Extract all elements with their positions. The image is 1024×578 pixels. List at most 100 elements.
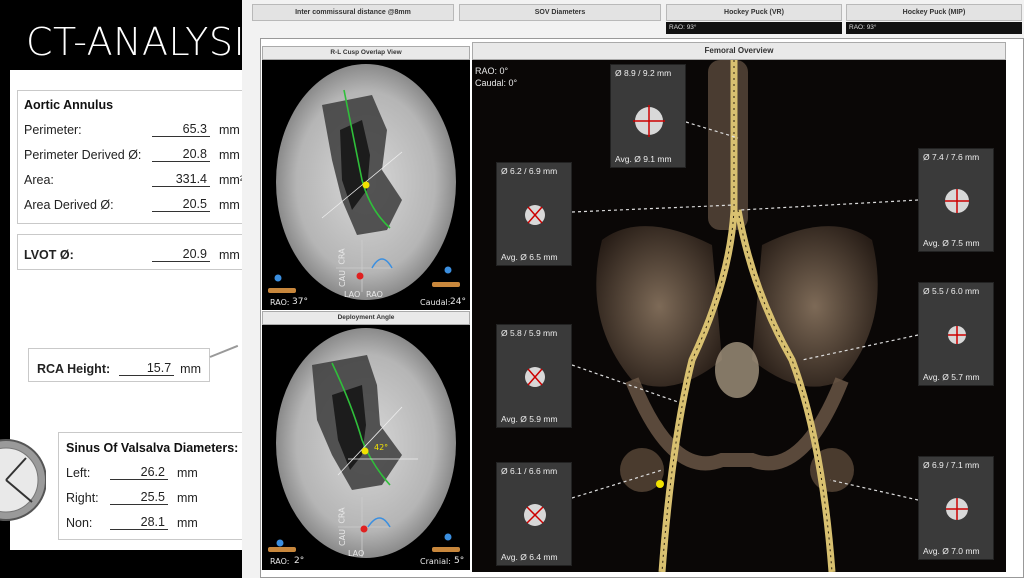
rca-height-box: RCA Height: 15.7 mm bbox=[28, 348, 210, 382]
sinus-right-value: 25.5 bbox=[110, 490, 168, 505]
sinus-left-row: Left: 26.2 mm bbox=[66, 455, 241, 480]
lvot-label: LVOT Ø: bbox=[24, 248, 74, 262]
inset-5-average: Avg. Ø 5.7 mm bbox=[923, 372, 980, 382]
inset-7-diameters: Ø 6.9 / 7.1 mm bbox=[923, 460, 980, 470]
vessel-crosssection-7 bbox=[946, 498, 968, 520]
femoral-overview-view[interactable]: RAO: 0° Caudal: 0° Ø 8.9 / 9.2 mm Avg. Ø… bbox=[472, 60, 1006, 572]
sinus-non-row: Non: 28.1 mm bbox=[66, 505, 241, 530]
tab-inter-commissural[interactable]: Inter commissural distance @8mm bbox=[252, 4, 454, 21]
perimeter-derived-label: Perimeter Derived Ø: bbox=[24, 148, 142, 162]
vessel-inset-6[interactable]: Ø 6.1 / 6.6 mm Avg. Ø 6.4 mm bbox=[496, 462, 572, 566]
cusp-rao-label: RAO: bbox=[270, 298, 290, 307]
inset-7-average: Avg. Ø 7.0 mm bbox=[923, 546, 980, 556]
femoral-rao-label: RAO: 0° bbox=[475, 66, 509, 76]
inset-3-diameters: Ø 7.4 / 7.6 mm bbox=[923, 152, 980, 162]
cusp-caudal-value: 24° bbox=[450, 297, 466, 307]
perimeter-row: Perimeter: 65.3 mm bbox=[24, 112, 251, 137]
tab-hockey-puck-vr[interactable]: Hockey Puck (VR) bbox=[666, 4, 842, 21]
perimeter-unit: mm bbox=[219, 123, 240, 137]
sinus-non-label: Non: bbox=[66, 516, 93, 530]
vessel-crosssection-3 bbox=[945, 189, 969, 213]
vessel-inset-1[interactable]: Ø 8.9 / 9.2 mm Avg. Ø 9.1 mm bbox=[610, 64, 686, 168]
inset-6-diameters: Ø 6.1 / 6.6 mm bbox=[501, 466, 558, 476]
sinus-right-row: Right: 25.5 mm bbox=[66, 480, 241, 505]
valve-diagram-icon bbox=[0, 439, 46, 521]
vessel-inset-2[interactable]: Ø 6.2 / 6.9 mm Avg. Ø 6.5 mm bbox=[496, 162, 572, 266]
vessel-inset-7[interactable]: Ø 6.9 / 7.1 mm Avg. Ø 7.0 mm bbox=[918, 456, 994, 560]
femoral-caudal-label: Caudal: 0° bbox=[475, 78, 518, 88]
deployment-angle-view[interactable]: 42° LAO CRA CAU RAO: 2° Cranial: 5° bbox=[262, 325, 470, 570]
tab-sov-diameters[interactable]: SOV Diameters bbox=[459, 4, 661, 21]
deployment-fluoro-image bbox=[268, 328, 460, 558]
deploy-cranial-label: Cranial: bbox=[420, 557, 451, 566]
sinus-title: Sinus Of Valsalva Diameters: bbox=[66, 441, 239, 455]
area-value: 331.4 bbox=[152, 172, 210, 187]
vessel-crosssection-5 bbox=[948, 326, 966, 344]
inset-6-average: Avg. Ø 6.4 mm bbox=[501, 552, 558, 562]
perimeter-derived-row: Perimeter Derived Ø: 20.8 mm bbox=[24, 137, 251, 162]
rca-row: RCA Height: 15.7 mm bbox=[37, 358, 201, 376]
deploy-rao-value: 2° bbox=[294, 556, 305, 566]
lvot-box: LVOT Ø: 20.9 mm bbox=[17, 234, 257, 270]
sinus-left-value: 26.2 bbox=[110, 465, 168, 480]
cusp-cra-label: CRA bbox=[337, 248, 347, 265]
deploy-rao-label: RAO: bbox=[270, 557, 290, 566]
lvot-unit: mm bbox=[219, 248, 240, 262]
rca-unit: mm bbox=[180, 362, 201, 376]
tab-hockey-puck-mip[interactable]: Hockey Puck (MIP) bbox=[846, 4, 1022, 21]
lvot-value: 20.9 bbox=[152, 247, 210, 262]
cusp-rao-value: 37° bbox=[292, 297, 308, 307]
deploy-cau-label: CAU bbox=[337, 529, 347, 546]
femoral-overview-header: Femoral Overview bbox=[472, 42, 1006, 60]
sinus-right-label: Right: bbox=[66, 491, 99, 505]
vessel-crosssection-2 bbox=[525, 205, 545, 225]
rca-value: 15.7 bbox=[118, 361, 175, 376]
area-derived-row: Area Derived Ø: 20.5 mm bbox=[24, 187, 251, 212]
cusp-fluoro-image bbox=[268, 64, 460, 300]
cusp-lao-label: LAO bbox=[344, 290, 361, 299]
inset-2-diameters: Ø 6.2 / 6.9 mm bbox=[501, 166, 558, 176]
aortic-annulus-box: Aortic Annulus Perimeter: 65.3 mm Perime… bbox=[17, 90, 257, 224]
hockey-puck-mip-angle: RAO: 93° bbox=[846, 22, 1022, 34]
perimeter-derived-value: 20.8 bbox=[152, 147, 210, 162]
hockey-puck-vr-angle: RAO: 93° bbox=[666, 22, 842, 34]
inset-2-average: Avg. Ø 6.5 mm bbox=[501, 252, 558, 262]
inset-1-average: Avg. Ø 9.1 mm bbox=[615, 154, 672, 164]
sinus-left-label: Left: bbox=[66, 466, 91, 480]
vessel-crosssection-6 bbox=[524, 504, 546, 526]
vessel-inset-3[interactable]: Ø 7.4 / 7.6 mm Avg. Ø 7.5 mm bbox=[918, 148, 994, 252]
sinus-left-unit: mm bbox=[177, 466, 198, 480]
vessel-inset-4[interactable]: Ø 5.8 / 5.9 mm Avg. Ø 5.9 mm bbox=[496, 324, 572, 428]
deploy-cra-label: CRA bbox=[337, 507, 347, 524]
inset-4-average: Avg. Ø 5.9 mm bbox=[501, 414, 558, 424]
area-label: Area: bbox=[24, 173, 54, 187]
area-derived-value: 20.5 bbox=[152, 197, 210, 212]
vessel-crosssection-1 bbox=[633, 105, 665, 137]
aortic-annulus-title: Aortic Annulus bbox=[24, 98, 114, 112]
vessel-inset-5[interactable]: Ø 5.5 / 6.0 mm Avg. Ø 5.7 mm bbox=[918, 282, 994, 386]
perimeter-value: 65.3 bbox=[152, 122, 210, 137]
cusp-rao-short-label: RAO bbox=[366, 290, 383, 299]
lvot-row: LVOT Ø: 20.9 mm bbox=[24, 244, 251, 262]
inset-5-diameters: Ø 5.5 / 6.0 mm bbox=[923, 286, 980, 296]
sinus-right-unit: mm bbox=[177, 491, 198, 505]
area-row: Area: 331.4 mm² bbox=[24, 162, 251, 187]
deploy-angle-value: 42° bbox=[374, 443, 389, 452]
inset-4-diameters: Ø 5.8 / 5.9 mm bbox=[501, 328, 558, 338]
cusp-overlap-header: R-L Cusp Overlap View bbox=[262, 46, 470, 60]
inset-1-diameters: Ø 8.9 / 9.2 mm bbox=[615, 68, 672, 78]
sinus-non-unit: mm bbox=[177, 516, 198, 530]
sinus-valsalva-box: Sinus Of Valsalva Diameters: Left: 26.2 … bbox=[58, 432, 248, 540]
area-derived-label: Area Derived Ø: bbox=[24, 198, 114, 212]
perimeter-label: Perimeter: bbox=[24, 123, 82, 137]
sinus-non-value: 28.1 bbox=[110, 515, 168, 530]
deployment-angle-header: Deployment Angle bbox=[262, 311, 470, 325]
deploy-lao-label: LAO bbox=[348, 549, 365, 558]
cusp-overlap-view[interactable]: LAO RAO CRA CAU RAO: 37° Caudal: 24° bbox=[262, 60, 470, 310]
slide-title: CT-ANALYSIS bbox=[26, 20, 270, 64]
area-derived-unit: mm bbox=[219, 198, 240, 212]
inset-3-average: Avg. Ø 7.5 mm bbox=[923, 238, 980, 248]
vessel-crosssection-4 bbox=[525, 367, 545, 387]
perimeter-derived-unit: mm bbox=[219, 148, 240, 162]
cusp-caudal-label: Caudal: bbox=[420, 298, 451, 307]
